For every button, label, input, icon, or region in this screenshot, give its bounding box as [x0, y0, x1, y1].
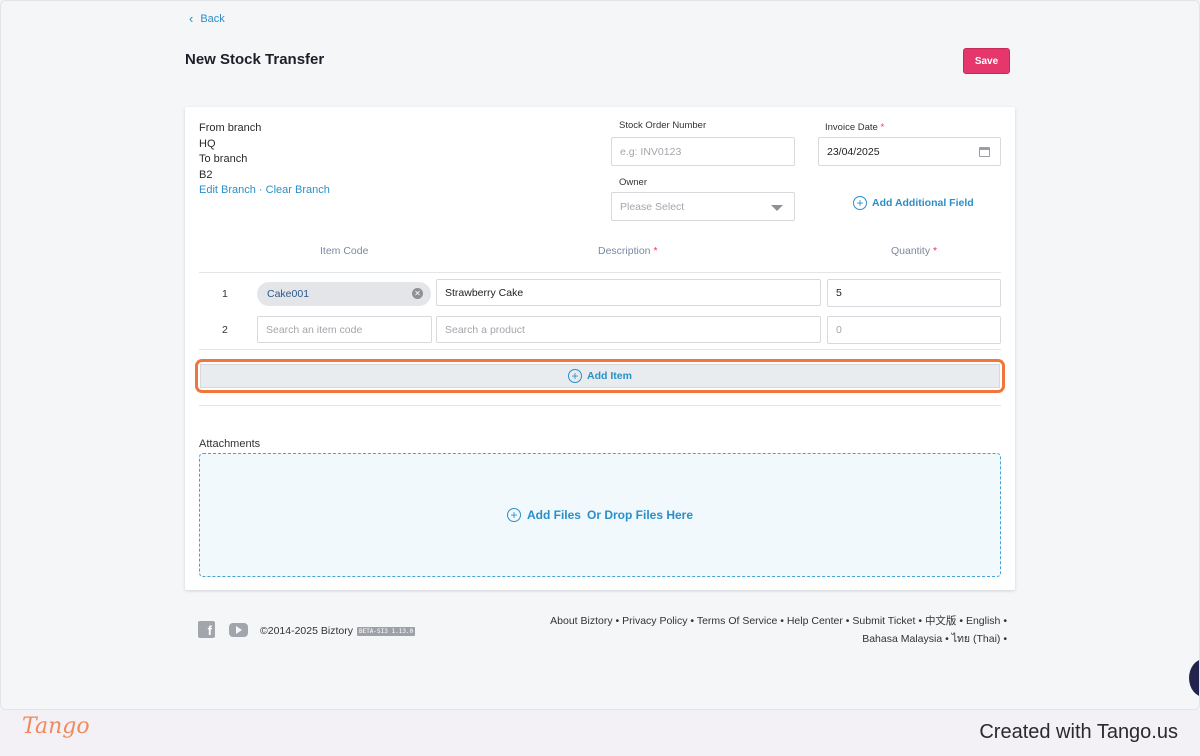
column-header-quantity: Quantity * — [891, 245, 937, 257]
branch-links: Edit Branch · Clear Branch — [199, 183, 330, 199]
add-additional-field-button[interactable]: + Add Additional Field — [853, 196, 974, 210]
from-branch-value: HQ — [199, 137, 216, 150]
owner-label: Owner — [619, 177, 647, 188]
back-link[interactable]: ‹ Back — [189, 12, 225, 25]
invoice-date-label: Invoice Date * — [825, 122, 884, 133]
divider — [199, 349, 1001, 350]
bullet: • — [842, 615, 853, 627]
close-circle-icon[interactable]: ✕ — [412, 288, 423, 299]
item-code-chip[interactable]: Cake001 ✕ — [257, 282, 431, 306]
required-mark: * — [933, 245, 938, 257]
footer-links: About Biztory • Privacy Policy • Terms O… — [521, 612, 1007, 648]
bullet: • — [777, 615, 787, 627]
bullet: • — [687, 615, 697, 627]
bullet: • — [956, 615, 966, 627]
chat-widget-button[interactable] — [1189, 659, 1199, 697]
footer-link-terms[interactable]: Terms Of Service — [697, 615, 778, 627]
clear-branch-link[interactable]: Clear Branch — [266, 184, 330, 196]
youtube-icon[interactable] — [229, 622, 248, 637]
bullet: • — [915, 615, 925, 627]
bullet: • — [612, 615, 623, 627]
plus-circle-icon: + — [568, 369, 583, 383]
attachments-label: Attachments — [199, 438, 261, 450]
footer-link-malay[interactable]: Bahasa Malaysia — [862, 633, 942, 645]
social-links: f — [198, 621, 248, 638]
row-number: 2 — [222, 324, 228, 336]
created-with-tango: Created with Tango.us — [979, 721, 1178, 743]
add-item-button[interactable]: + Add Item — [200, 364, 1000, 388]
row-number: 1 — [222, 288, 228, 300]
footer-links-line-1: About Biztory • Privacy Policy • Terms O… — [521, 612, 1007, 630]
item-code-search-input[interactable]: Search an item code — [257, 316, 432, 343]
footer-link-about[interactable]: About Biztory — [550, 615, 612, 627]
from-branch-label: From branch — [199, 122, 262, 134]
footer-links-line-2: Bahasa Malaysia • ไทย (Thai) • — [521, 630, 1007, 648]
description-header-text: Description — [598, 245, 651, 257]
bullet: • — [1000, 633, 1007, 645]
footer-link-help[interactable]: Help Center — [787, 615, 843, 627]
invoice-date-input[interactable]: 23/04/2025 — [818, 137, 1001, 166]
drop-files-label: Or Drop Files Here — [586, 508, 694, 522]
footer-link-chinese[interactable]: 中文版 — [925, 615, 957, 627]
edit-branch-link[interactable]: Edit Branch — [199, 184, 256, 196]
add-files-label: Add Files — [526, 508, 581, 522]
tango-logo: Tango — [22, 714, 90, 739]
footer-link-english[interactable]: English — [966, 615, 1000, 627]
required-mark: * — [653, 245, 658, 257]
back-label: Back — [200, 12, 225, 25]
quantity-input[interactable]: 0 — [827, 316, 1001, 344]
stock-transfer-form: From branch HQ To branch B2 Edit Branch … — [185, 107, 1015, 590]
quantity-header-text: Quantity — [891, 245, 931, 257]
link-separator: · — [255, 184, 266, 196]
chevron-left-icon: ‹ — [189, 11, 194, 26]
invoice-date-value: 23/04/2025 — [827, 145, 880, 158]
owner-value: Please Select — [620, 200, 685, 213]
chevron-down-icon — [771, 205, 783, 211]
footer-link-thai[interactable]: ไทย (Thai) — [952, 633, 1001, 645]
copyright-text: ©2014-2025 Biztory — [260, 625, 353, 637]
page: ‹ Back New Stock Transfer Save From bran… — [0, 0, 1200, 710]
file-dropzone[interactable]: + Add Files Or Drop Files Here — [199, 453, 1001, 577]
column-header-description: Description * — [598, 245, 658, 257]
plus-circle-icon: + — [506, 508, 521, 522]
product-search-input[interactable]: Search a product — [436, 316, 821, 343]
to-branch-value: B2 — [199, 168, 213, 181]
divider — [199, 405, 1001, 406]
page-title: New Stock Transfer — [185, 51, 325, 68]
plus-circle-icon: + — [853, 196, 867, 210]
quantity-input[interactable]: 5 — [827, 279, 1001, 307]
add-field-label: Add Additional Field — [872, 197, 974, 209]
save-button[interactable]: Save — [963, 48, 1010, 74]
description-input[interactable]: Strawberry Cake — [436, 279, 821, 306]
copyright: ©2014-2025 Biztory BETA-SI3 1.13.0 — [260, 625, 416, 637]
branch-info: From branch HQ To branch B2 Edit Branch … — [199, 121, 330, 199]
calendar-icon[interactable] — [979, 147, 990, 157]
invoice-date-label-text: Invoice Date — [825, 122, 878, 133]
facebook-icon[interactable]: f — [198, 621, 215, 638]
version-badge: BETA-SI3 1.13.0 — [356, 626, 416, 636]
footer-link-submit-ticket[interactable]: Submit Ticket — [852, 615, 915, 627]
column-header-item-code: Item Code — [320, 245, 369, 257]
required-mark: * — [880, 122, 885, 133]
footer-link-privacy[interactable]: Privacy Policy — [622, 615, 687, 627]
divider — [199, 272, 1001, 273]
item-code-value: Cake001 — [267, 288, 310, 300]
add-item-highlight: + Add Item — [195, 359, 1005, 393]
owner-select[interactable]: Please Select — [611, 192, 795, 221]
to-branch-label: To branch — [199, 153, 248, 165]
bullet: • — [1000, 615, 1007, 627]
add-item-label: Add Item — [587, 370, 632, 382]
stock-order-label: Stock Order Number — [619, 120, 707, 131]
stock-order-input[interactable]: e.g: INV0123 — [611, 137, 795, 166]
bullet: • — [942, 633, 952, 645]
